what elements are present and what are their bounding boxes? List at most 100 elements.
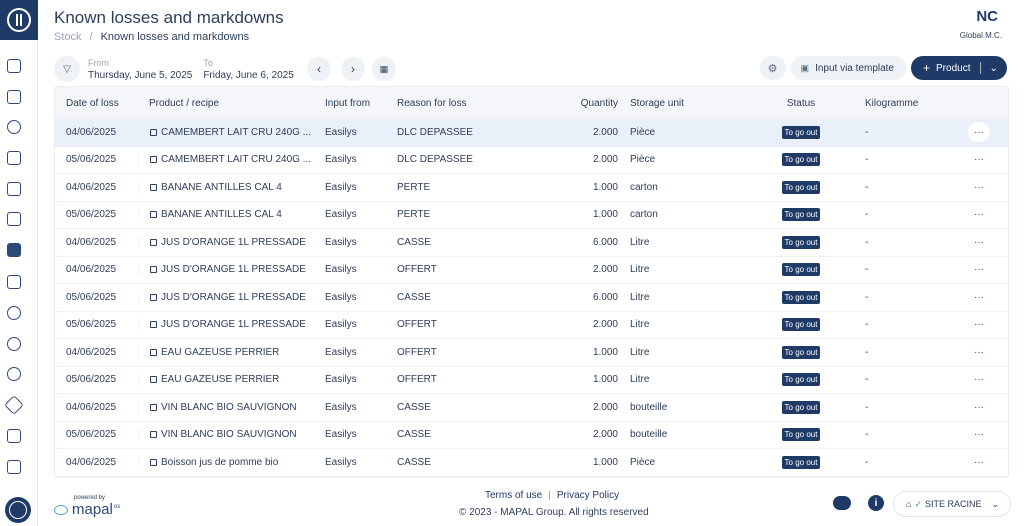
cell-product[interactable]: JUS D'ORANGE 1L PRESSADE bbox=[138, 264, 315, 276]
app-logo[interactable] bbox=[0, 0, 38, 40]
user-avatar[interactable] bbox=[5, 497, 31, 523]
cell-product[interactable]: JUS D'ORANGE 1L PRESSADE bbox=[138, 291, 315, 303]
more-options-button[interactable]: ··· bbox=[968, 425, 990, 445]
cell-date: 05/06/2025 bbox=[66, 154, 117, 166]
more-options-button[interactable]: ··· bbox=[968, 370, 990, 390]
cell-status: To go out bbox=[750, 153, 852, 167]
receipt-icon[interactable] bbox=[7, 59, 21, 73]
cell-product[interactable]: Boisson jus de pomme bio bbox=[138, 456, 315, 468]
cell-product[interactable]: JUS D'ORANGE 1L PRESSADE bbox=[138, 319, 315, 331]
table-row[interactable]: 04/06/2025 CAMEMBERT LAIT CRU 240G ... Eas… bbox=[55, 119, 1008, 147]
to-date[interactable]: To Friday, June 6, 2025 bbox=[203, 58, 293, 81]
header-kilogramme[interactable]: Kilogramme bbox=[852, 98, 932, 109]
add-product-label: Product bbox=[936, 62, 971, 74]
calculator-icon[interactable] bbox=[7, 275, 21, 289]
info-doc-icon[interactable] bbox=[7, 460, 21, 474]
cell-input: Easilys bbox=[325, 209, 357, 221]
cell-product[interactable]: BANANE ANTILLES CAL 4 bbox=[138, 181, 315, 193]
table-row[interactable]: 05/06/2025 EAU GAZEUSE PERRIER Easilys OFFE… bbox=[55, 367, 1008, 394]
cell-product[interactable]: BANANE ANTILLES CAL 4 bbox=[138, 209, 315, 221]
to-value: Friday, June 6, 2025 bbox=[203, 69, 294, 81]
cell-quantity: 1.000 bbox=[592, 181, 618, 193]
table-row[interactable]: 05/06/2025 JUS D'ORANGE 1L PRESSADE Easily… bbox=[55, 312, 1008, 339]
status-badge: To go out bbox=[781, 180, 821, 194]
chat-icon[interactable] bbox=[7, 306, 21, 320]
cart-icon[interactable] bbox=[7, 151, 21, 165]
bell-icon[interactable] bbox=[7, 120, 21, 134]
breadcrumb-separator: / bbox=[89, 31, 93, 43]
status-badge: To go out bbox=[781, 263, 821, 277]
more-options-button[interactable]: ··· bbox=[968, 342, 990, 362]
table-row[interactable]: 05/06/2025 BANANE ANTILLES CAL 4 Easilys PE… bbox=[55, 202, 1008, 229]
filter-button[interactable]: ▽ bbox=[54, 56, 80, 82]
cell-status: To go out bbox=[750, 208, 852, 222]
site-selector[interactable]: ⌂ ✓ SITE RACINE ⌄ bbox=[893, 491, 1011, 517]
table-row[interactable]: 04/06/2025 JUS D'ORANGE 1L PRESSADE Easily… bbox=[55, 229, 1008, 257]
input-template-button[interactable]: ▣ Input via template bbox=[790, 56, 906, 80]
cell-date: 05/06/2025 bbox=[66, 209, 117, 221]
cell-actions: ··· bbox=[932, 370, 990, 390]
cell-product[interactable]: VIN BLANC BIO SAUVIGNON bbox=[138, 401, 315, 413]
invoice-icon[interactable] bbox=[7, 90, 21, 104]
table-row[interactable]: 05/06/2025 JUS D'ORANGE 1L PRESSADE Easily… bbox=[55, 284, 1008, 312]
status-badge: To go out bbox=[781, 428, 821, 442]
wrench-icon[interactable] bbox=[4, 395, 24, 415]
terms-link[interactable]: Terms of use bbox=[485, 490, 542, 501]
more-options-button[interactable]: ··· bbox=[968, 122, 990, 143]
cell-quantity: 2.000 bbox=[592, 429, 618, 441]
header-quantity[interactable]: Quantity bbox=[517, 98, 620, 109]
table-row[interactable]: 05/06/2025 CAMEMBERT LAIT CRU 240G ... Eas… bbox=[55, 147, 1008, 174]
table-row[interactable]: 04/06/2025 JUS D'ORANGE 1L PRESSADE Easily… bbox=[55, 257, 1008, 284]
table-row[interactable]: 04/06/2025 EAU GAZEUSE PERRIER Easilys OFFE… bbox=[55, 339, 1008, 367]
next-period-button[interactable]: › bbox=[341, 57, 365, 81]
table-row[interactable]: 04/06/2025 VIN BLANC BIO SAUVIGNON Easilys… bbox=[55, 394, 1008, 422]
table-row[interactable]: 05/06/2025 VIN BLANC BIO SAUVIGNON Easilys… bbox=[55, 422, 1008, 449]
org-code[interactable]: NC bbox=[976, 8, 998, 25]
table-row[interactable]: 04/06/2025 Boisson jus de pomme bio Easily… bbox=[55, 449, 1008, 477]
more-options-button[interactable]: ··· bbox=[968, 205, 990, 225]
header-status[interactable]: Status bbox=[750, 98, 852, 109]
truck-icon[interactable] bbox=[7, 212, 21, 226]
more-options-button[interactable]: ··· bbox=[968, 150, 990, 170]
key-icon[interactable] bbox=[4, 334, 24, 354]
add-product-button[interactable]: + Product ⌄ bbox=[911, 56, 1007, 80]
more-options-button[interactable]: ··· bbox=[968, 452, 990, 472]
settings-button[interactable]: ⚙ bbox=[759, 56, 786, 80]
privacy-link[interactable]: Privacy Policy bbox=[557, 490, 619, 501]
cell-input: Easilys bbox=[325, 319, 357, 331]
header-input[interactable]: Input from bbox=[315, 98, 387, 109]
food-icon[interactable] bbox=[7, 182, 21, 196]
more-options-button[interactable]: ··· bbox=[968, 315, 990, 335]
cell-product[interactable]: CAMEMBERT LAIT CRU 240G ... bbox=[138, 154, 315, 166]
more-options-button[interactable]: ··· bbox=[968, 177, 990, 197]
product-icon bbox=[150, 183, 157, 191]
cell-status: To go out bbox=[750, 290, 852, 304]
more-options-button[interactable]: ··· bbox=[968, 260, 990, 280]
header-unit[interactable]: Storage unit bbox=[620, 98, 750, 109]
cell-product[interactable]: EAU GAZEUSE PERRIER bbox=[138, 346, 315, 358]
cell-product[interactable]: JUS D'ORANGE 1L PRESSADE bbox=[138, 236, 315, 248]
cell-product[interactable]: CAMEMBERT LAIT CRU 240G ... bbox=[138, 126, 315, 138]
calendar-button[interactable]: ▦ bbox=[372, 57, 396, 81]
breadcrumb-stock[interactable]: Stock bbox=[54, 31, 82, 43]
table-row[interactable]: 04/06/2025 BANANE ANTILLES CAL 4 Easilys PE… bbox=[55, 174, 1008, 202]
chevron-down-icon[interactable]: ⌄ bbox=[989, 63, 997, 74]
prev-period-button[interactable]: ‹ bbox=[307, 57, 331, 81]
more-options-button[interactable]: ··· bbox=[968, 397, 990, 417]
more-options-button[interactable]: ··· bbox=[968, 287, 990, 307]
database-icon[interactable] bbox=[7, 367, 21, 381]
megaphone-icon[interactable] bbox=[7, 429, 21, 443]
header-date[interactable]: Date of loss bbox=[55, 98, 138, 109]
cell-product[interactable]: EAU GAZEUSE PERRIER bbox=[138, 374, 315, 386]
product-name: VIN BLANC BIO SAUVIGNON bbox=[161, 429, 297, 441]
chat-bubbles-icon[interactable] bbox=[833, 496, 851, 510]
cell-unit: Litre bbox=[630, 346, 650, 358]
more-options-button[interactable]: ··· bbox=[968, 232, 990, 252]
header-reason[interactable]: Reason for loss bbox=[387, 98, 517, 109]
from-date[interactable]: From Thursday, June 5, 2025 bbox=[88, 58, 192, 81]
stock-icon[interactable] bbox=[7, 243, 21, 257]
link-separator: | bbox=[548, 490, 551, 501]
cell-product[interactable]: VIN BLANC BIO SAUVIGNON bbox=[138, 429, 315, 441]
header-product[interactable]: Product / recipe bbox=[138, 98, 315, 109]
info-icon[interactable]: i bbox=[868, 495, 884, 511]
